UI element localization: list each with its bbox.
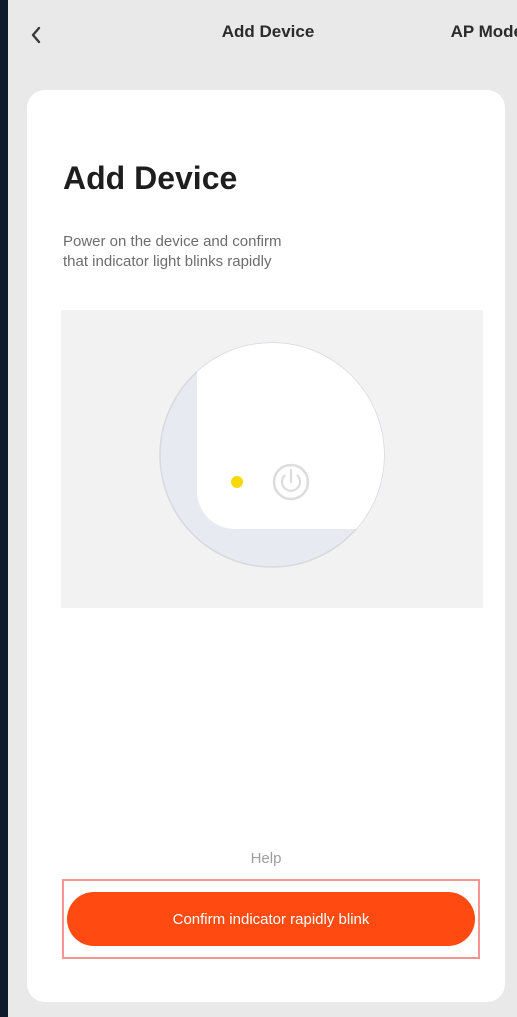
page-title: Add Device xyxy=(221,22,315,41)
ap-mode-button[interactable]: AP Mode xyxy=(451,22,517,42)
device-illustration xyxy=(61,310,483,608)
instruction-text: Power on the device and confirm that ind… xyxy=(63,232,403,272)
confirm-button-highlight: Confirm indicator rapidly blink xyxy=(62,879,480,959)
chevron-left-icon xyxy=(31,26,41,44)
navigation-bar: Add Device AP Mode xyxy=(8,0,517,66)
card-title: Add Device xyxy=(63,160,238,196)
back-button[interactable] xyxy=(20,18,54,52)
instruction-line-1: Power on the device and confirm xyxy=(63,233,282,250)
confirm-blink-button[interactable]: Confirm indicator rapidly blink xyxy=(67,892,475,946)
device-diagram xyxy=(159,342,385,568)
help-link[interactable]: Help xyxy=(27,850,505,867)
instruction-line-2: that indicator light blinks rapidly xyxy=(63,253,272,270)
indicator-light-icon xyxy=(231,476,243,488)
add-device-card: Add Device Power on the device and confi… xyxy=(27,90,505,1002)
app-screen: Add Device AP Mode Add Device Power on t… xyxy=(8,0,517,1017)
device-panel xyxy=(197,343,384,529)
